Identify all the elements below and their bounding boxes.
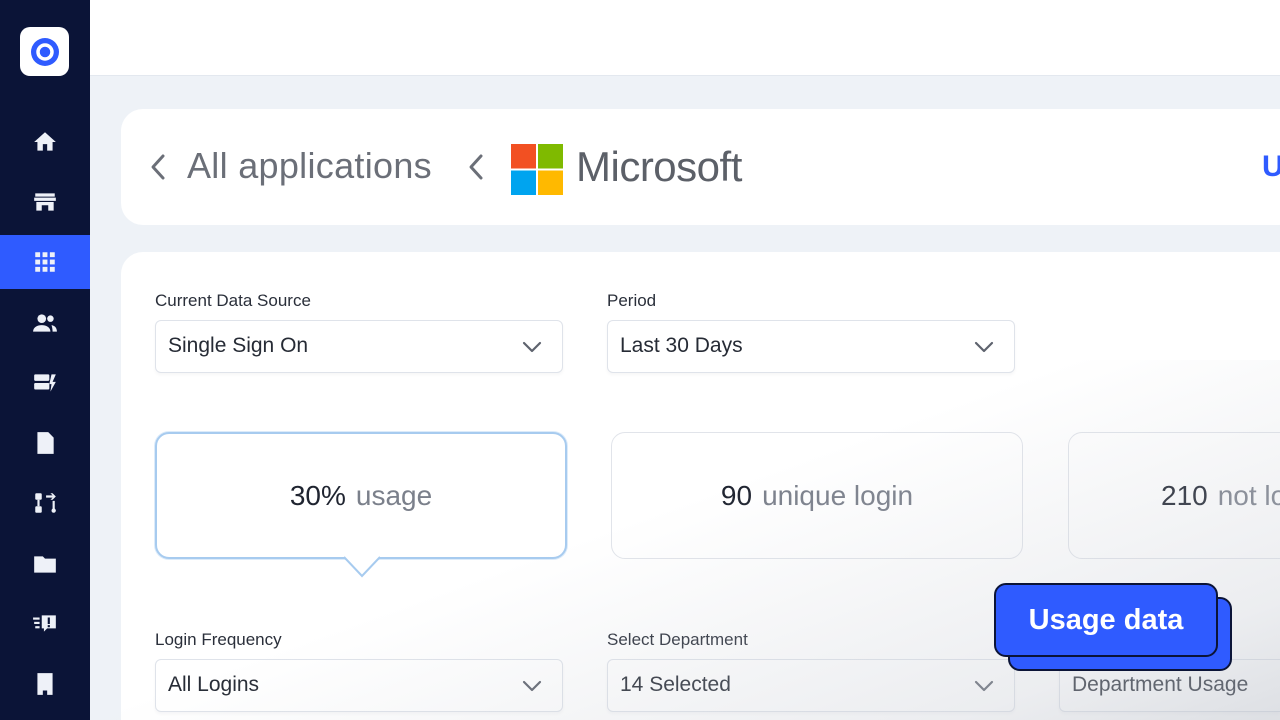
period-value: Last 30 Days xyxy=(620,334,743,357)
sidebar-item-buildings[interactable] xyxy=(0,657,90,711)
top-bar xyxy=(90,0,1280,76)
department-value: 14 Selected xyxy=(620,673,731,696)
chevron-down-icon xyxy=(974,341,994,353)
logo-icon xyxy=(30,37,59,66)
app-logo[interactable] xyxy=(20,27,69,76)
document-icon xyxy=(37,432,54,454)
sidebar-item-workflows[interactable] xyxy=(0,476,90,530)
sidebar-item-documents[interactable] xyxy=(0,416,90,470)
stat-card-usage[interactable]: 30% usage xyxy=(155,432,567,559)
login-frequency-value: All Logins xyxy=(168,673,260,696)
stat-value: 210 xyxy=(1161,479,1208,511)
stat-unit: usage xyxy=(355,479,433,511)
login-frequency-select[interactable]: All Logins xyxy=(155,659,563,712)
header-action-cut[interactable]: U xyxy=(1262,150,1280,184)
stat-value: 30% xyxy=(289,479,346,511)
breadcrumb-all-applications[interactable]: All applications xyxy=(187,145,432,187)
period-select[interactable]: Last 30 Days xyxy=(607,320,1015,373)
sidebar xyxy=(0,0,90,720)
apps-grid-icon xyxy=(35,252,55,272)
home-icon xyxy=(34,132,56,151)
callout-pointer xyxy=(344,556,380,578)
sidebar-item-home[interactable] xyxy=(0,115,90,169)
login-frequency-label: Login Frequency xyxy=(155,630,282,649)
chevron-left-separator-icon xyxy=(469,154,483,180)
stat-unit: unique login xyxy=(762,479,914,511)
data-source-value: Single Sign On xyxy=(168,334,309,357)
stat-value: 90 xyxy=(720,479,753,511)
department-select[interactable]: 14 Selected xyxy=(607,659,1015,712)
sidebar-item-store[interactable] xyxy=(0,175,90,229)
store-icon xyxy=(34,193,56,211)
folder-icon xyxy=(34,556,56,573)
chevron-left-icon[interactable] xyxy=(148,150,168,184)
sidebar-item-cards[interactable] xyxy=(0,356,90,410)
stat-card-not-logged[interactable]: 210 not lo xyxy=(1068,432,1280,559)
cards-icon xyxy=(34,374,56,392)
sidebar-item-feedback[interactable] xyxy=(0,597,90,651)
workflow-icon xyxy=(35,493,56,513)
feedback-icon xyxy=(33,615,56,632)
chevron-down-icon xyxy=(522,341,542,353)
period-label: Period xyxy=(607,291,657,310)
chevron-down-icon xyxy=(974,680,994,692)
data-source-select[interactable]: Single Sign On xyxy=(155,320,563,373)
sidebar-item-applications[interactable] xyxy=(0,235,90,289)
page-title: Microsoft xyxy=(576,143,742,190)
stat-unit: not lo xyxy=(1217,479,1280,511)
microsoft-logo-icon xyxy=(511,144,563,195)
users-icon xyxy=(33,314,57,332)
department-usage-value: Department Usage xyxy=(1072,673,1249,696)
stat-card-unique-login[interactable]: 90 unique login xyxy=(611,432,1023,559)
data-source-label: Current Data Source xyxy=(155,291,311,310)
department-label: Select Department xyxy=(607,630,748,649)
chevron-down-icon xyxy=(522,680,542,692)
sidebar-item-folders[interactable] xyxy=(0,537,90,591)
sidebar-item-users[interactable] xyxy=(0,296,90,350)
building-icon xyxy=(37,673,53,695)
usage-data-badge: Usage data xyxy=(994,583,1218,657)
